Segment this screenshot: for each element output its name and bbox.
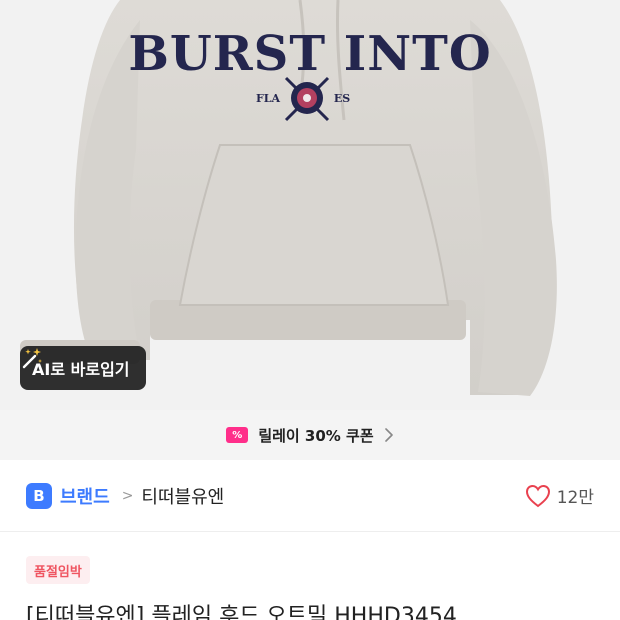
print-main-text: BURST INTO	[128, 26, 491, 82]
brand-name-link[interactable]: 티떠블유엔	[141, 483, 224, 509]
brand-badge-icon: B	[26, 482, 52, 509]
status-badge: 품절임박	[26, 556, 90, 584]
ai-try-on-button[interactable]: AI로 바로입기	[20, 346, 146, 390]
ai-try-on-label: AI로 바로입기	[32, 360, 130, 379]
coupon-label: 릴레이 30% 쿠폰	[258, 426, 374, 445]
coupon-icon: %	[226, 427, 249, 443]
product-title: [티떠블유엔] 플레임 후드 오트밀 HHHD3454	[26, 604, 457, 620]
heart-icon	[525, 484, 550, 507]
chevron-right-icon	[384, 428, 393, 442]
flame-emblem-icon	[284, 76, 330, 122]
like-button[interactable]: 12만	[525, 483, 594, 508]
product-image[interactable]: BURST INTO FLA ES AI로 바로입기	[0, 0, 620, 410]
brand-link[interactable]: 브랜드	[60, 483, 110, 509]
print-left-text: FLA	[256, 92, 281, 105]
breadcrumb-separator: >	[121, 487, 134, 504]
like-count: 12만	[556, 488, 594, 508]
print-right-text: ES	[334, 92, 350, 105]
product-page: BURST INTO FLA ES AI로 바로입기 % 릴레이 30% 쿠폰 …	[0, 0, 620, 620]
magic-wand-icon	[22, 348, 42, 369]
brand-row: B 브랜드 > 티떠블유엔 12만	[0, 460, 620, 532]
relay-coupon-banner[interactable]: % 릴레이 30% 쿠폰	[0, 410, 620, 460]
